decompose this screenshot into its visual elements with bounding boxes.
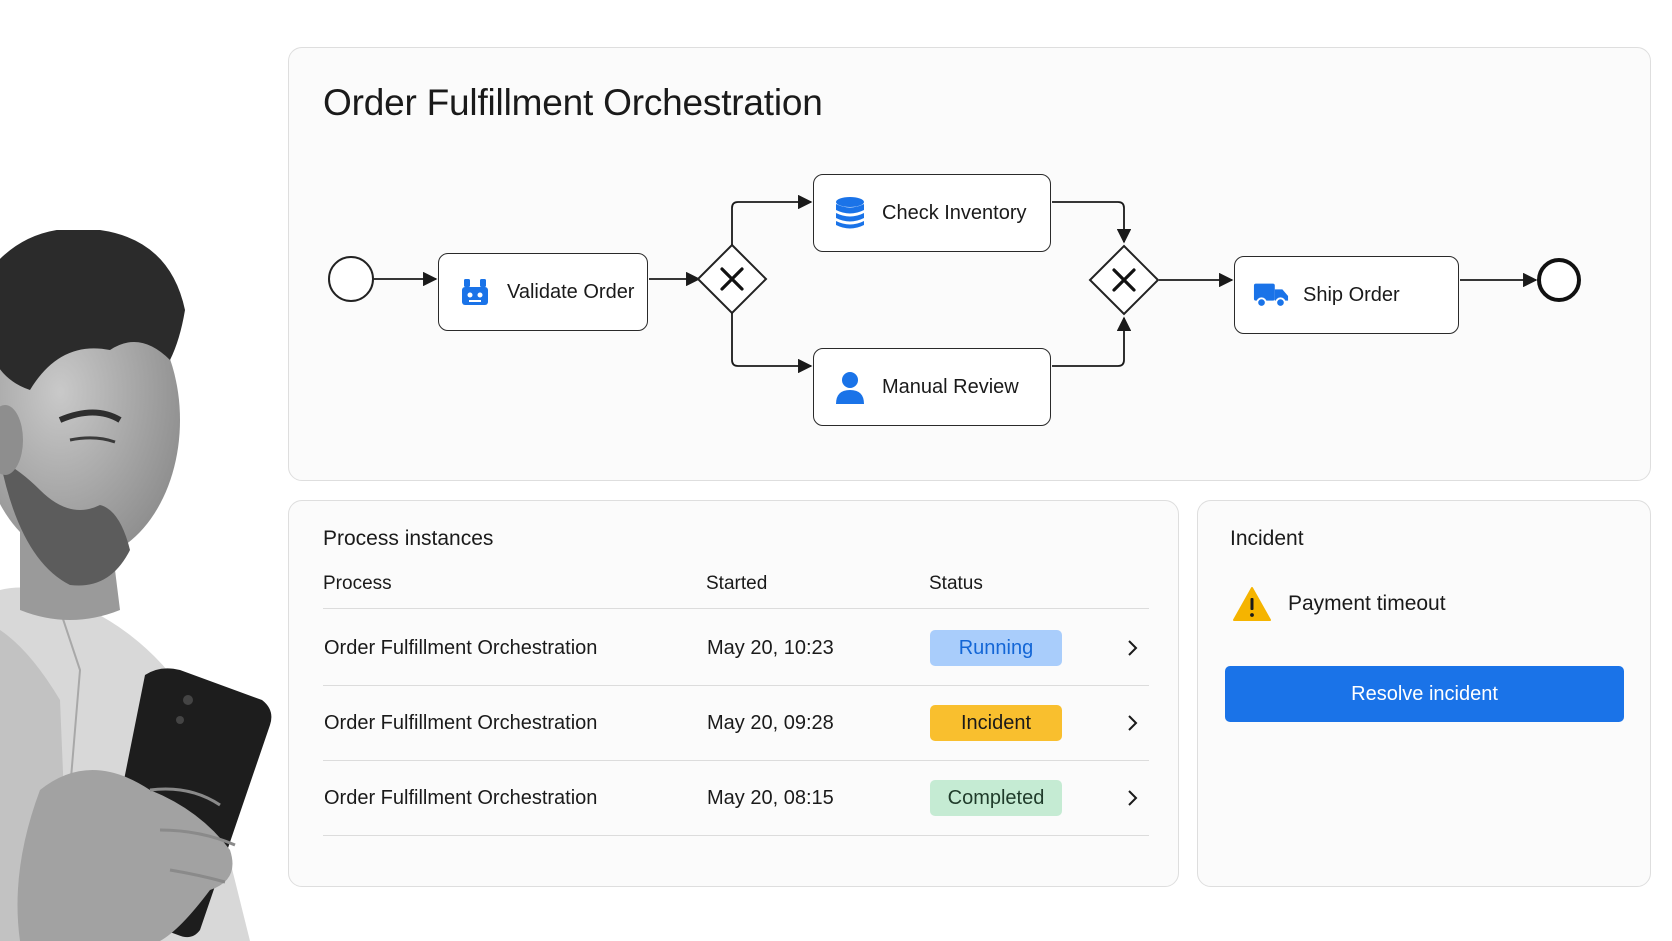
column-header-status[interactable]: Status <box>929 573 983 595</box>
table-header: Process Started Status <box>323 573 1149 609</box>
flow-gateway-inventory <box>731 194 813 245</box>
chevron-right-icon[interactable] <box>1123 761 1143 835</box>
task-label: Check Inventory <box>882 201 1027 224</box>
task-label: Ship Order <box>1303 283 1400 306</box>
exclusive-gateway-join[interactable] <box>1088 244 1160 316</box>
started-time: May 20, 09:28 <box>707 711 834 734</box>
task-validate-order[interactable]: Validate Order <box>438 253 648 331</box>
status-badge: Completed <box>930 780 1062 816</box>
flow-inventory-gateway <box>1052 201 1132 244</box>
process-instances-card: Process instances Process Started Status… <box>288 500 1179 887</box>
person-photo <box>0 230 272 941</box>
chevron-right-icon[interactable] <box>1123 686 1143 760</box>
flow-review-gateway <box>1052 316 1132 367</box>
incident-message: Payment timeout <box>1288 592 1446 615</box>
table-row[interactable]: Order Fulfillment Orchestration May 20, … <box>323 686 1149 761</box>
flow-gateway-review <box>731 313 813 374</box>
table-row[interactable]: Order Fulfillment Orchestration May 20, … <box>323 761 1149 836</box>
task-label: Manual Review <box>882 375 1019 398</box>
user-icon <box>832 369 868 405</box>
started-time: May 20, 08:15 <box>707 786 834 809</box>
status-badge: Running <box>930 630 1062 666</box>
chevron-right-icon[interactable] <box>1123 611 1143 685</box>
column-header-process[interactable]: Process <box>323 573 392 595</box>
column-header-started[interactable]: Started <box>706 573 767 595</box>
task-check-inventory[interactable]: Check Inventory <box>813 174 1051 252</box>
task-manual-review[interactable]: Manual Review <box>813 348 1051 426</box>
process-diagram-card: Order Fulfillment Orchestration Validate… <box>288 47 1651 481</box>
section-title: Process instances <box>323 527 494 550</box>
incident-card: Incident Payment timeout Resolve inciden… <box>1197 500 1651 887</box>
status-badge: Incident <box>930 705 1062 741</box>
warning-icon <box>1233 587 1271 621</box>
process-name: Order Fulfillment Orchestration <box>324 711 598 734</box>
task-ship-order[interactable]: Ship Order <box>1234 256 1459 334</box>
task-label: Validate Order <box>507 280 635 303</box>
exclusive-gateway-split[interactable] <box>696 243 768 315</box>
started-time: May 20, 10:23 <box>707 636 834 659</box>
process-name: Order Fulfillment Orchestration <box>324 786 598 809</box>
database-icon <box>832 195 868 231</box>
incident-item: Payment timeout <box>1232 586 1446 622</box>
truck-icon <box>1253 277 1289 313</box>
process-name: Order Fulfillment Orchestration <box>324 636 598 659</box>
end-event[interactable] <box>1537 258 1581 302</box>
resolve-incident-button[interactable]: Resolve incident <box>1225 666 1624 722</box>
robot-service-task-icon <box>457 274 493 310</box>
incident-title: Incident <box>1230 527 1304 550</box>
start-event[interactable] <box>328 256 374 302</box>
table-row[interactable]: Order Fulfillment Orchestration May 20, … <box>323 611 1149 686</box>
